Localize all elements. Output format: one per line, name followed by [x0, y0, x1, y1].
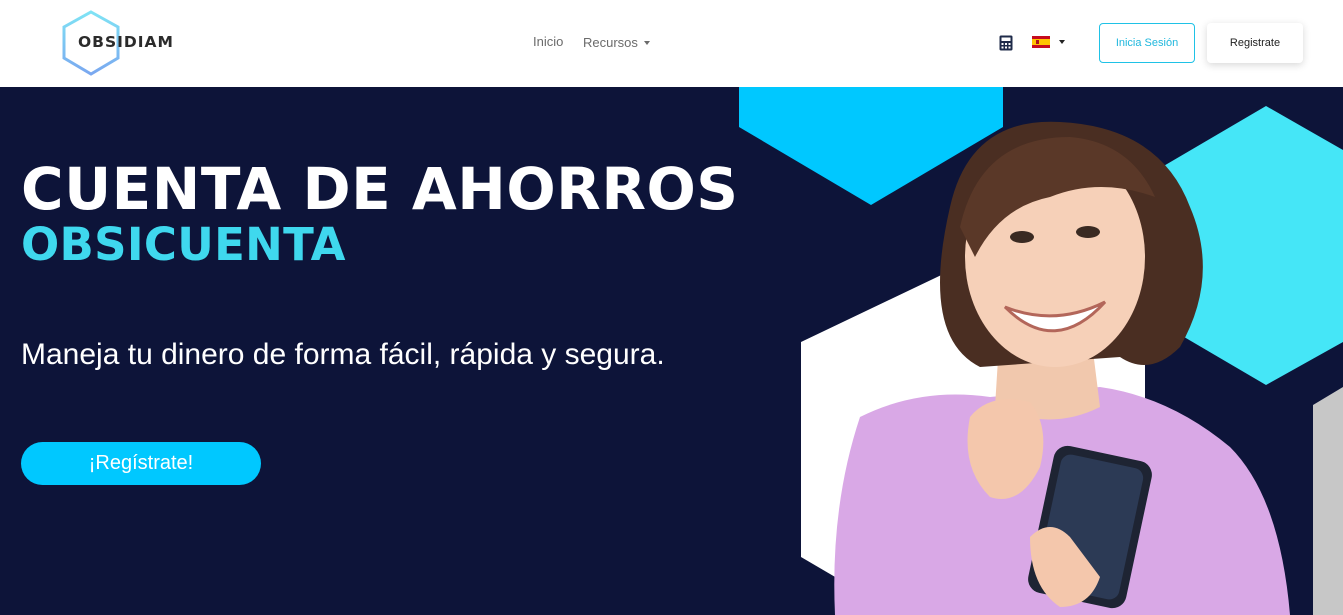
login-button[interactable]: Inicia Sesión [1099, 23, 1195, 63]
calculator-icon[interactable] [999, 35, 1013, 51]
nav-inicio[interactable]: Inicio [533, 34, 563, 49]
logo-text: OBSIDIAM [78, 33, 174, 51]
language-selector[interactable] [1032, 36, 1065, 48]
hero-subtitle: OBSICUENTA [21, 218, 346, 271]
top-header: OBSIDIAM Inicio Recursos Inicia Sesión R… [0, 0, 1343, 87]
nav-recursos-dropdown[interactable]: Recursos [583, 35, 650, 50]
woman-with-phone-image [834, 121, 1290, 615]
hero-title: CUENTA DE AHORROS [21, 155, 739, 223]
register-button[interactable]: Registrate [1207, 23, 1303, 63]
spain-flag-icon [1032, 36, 1050, 48]
hero-description: Maneja tu dinero de forma fácil, rápida … [21, 338, 665, 371]
chevron-down-icon [1059, 40, 1065, 44]
obsidiam-logo[interactable]: OBSIDIAM [60, 10, 190, 76]
nav-recursos-label: Recursos [583, 35, 638, 50]
hero-section: CUENTA DE AHORROS OBSICUENTA Maneja tu d… [0, 87, 1343, 615]
hero-register-button[interactable]: ¡Regístrate! [21, 442, 261, 485]
chevron-down-icon [643, 41, 650, 45]
